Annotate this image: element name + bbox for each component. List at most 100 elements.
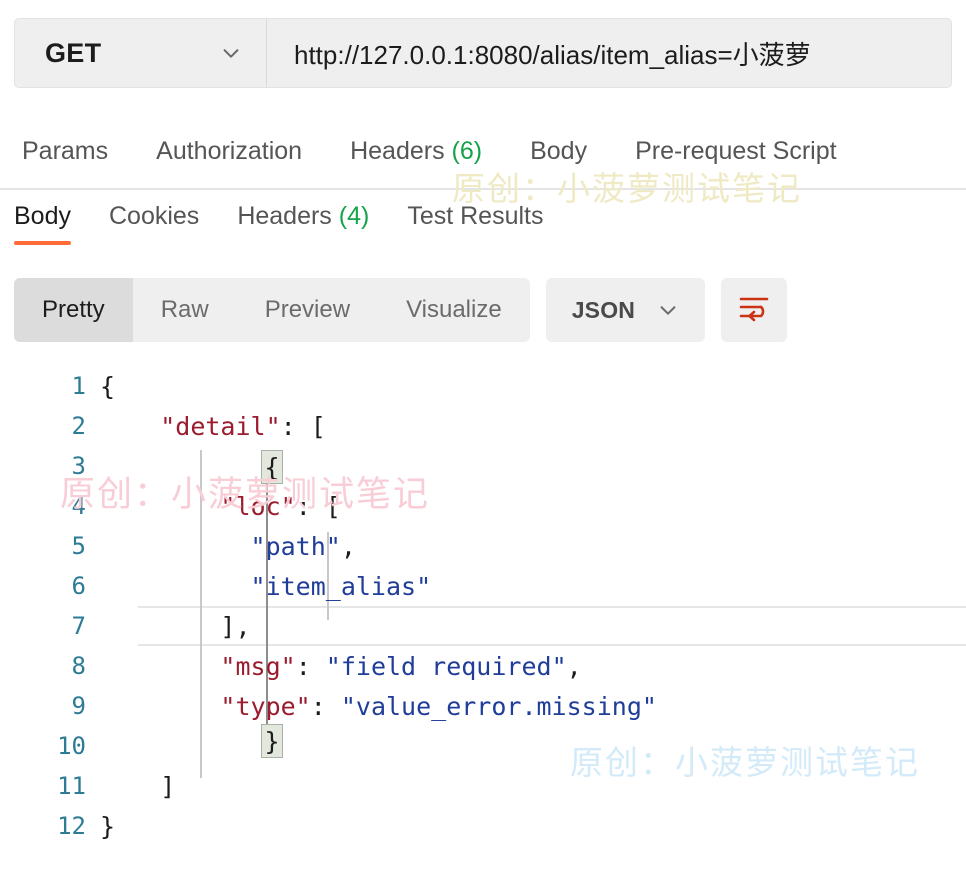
word-wrap-icon [737,293,771,328]
request-tab-headers-count: (6) [451,136,483,165]
response-body-code-viewer[interactable]: { } 1 { 2 "detail": [ 3 4 "loc": [ 5 "pa… [0,366,966,886]
request-tab-prerequest-script[interactable]: Pre-request Script [635,137,836,166]
line-number: 10 [57,732,86,760]
code-line: 11 ] [0,766,966,806]
response-tab-headers-count: (4) [338,202,370,230]
http-method-label: GET [45,37,102,68]
view-tab-visualize[interactable]: Visualize [378,278,530,342]
request-tab-body-label: Body [530,136,588,165]
code-line: 10 [0,726,966,766]
line-number: 7 [71,612,86,640]
response-tab-bar: Body Cookies Headers (4) Test Results [0,202,966,250]
code-token-string: "path" [250,531,341,561]
response-view-segmented-control: Pretty Raw Preview Visualize [14,278,530,342]
view-tab-visualize-label: Visualize [406,296,502,323]
code-line-content: "type": "value_error.missing" [100,692,657,721]
code-token: : [310,691,341,721]
line-number: 11 [57,772,86,800]
code-line-content: "item_alias" [100,571,432,601]
response-language-select[interactable]: JSON [545,278,706,342]
section-divider [0,188,966,190]
code-line: 12 } [0,806,966,846]
postman-response-pane: GET Params Authorization Headers (6) Bod… [0,0,966,886]
response-tab-cookies-label: Cookies [108,202,200,230]
word-wrap-button[interactable] [721,278,788,342]
line-number: 3 [71,452,86,480]
view-tab-pretty[interactable]: Pretty [14,278,133,342]
active-line-highlight [138,606,966,646]
code-line: 8 "msg": "field required", [0,646,966,686]
response-tab-headers-label: Headers [237,202,332,230]
request-tab-headers[interactable]: Headers (6) [350,137,482,166]
code-line: 2 "detail": [ [0,406,966,446]
request-tab-params[interactable]: Params [22,137,108,166]
code-token: { [100,371,116,401]
view-tab-pretty-label: Pretty [42,296,105,323]
request-tab-prerequest-script-label: Pre-request Script [635,136,837,165]
request-tab-authorization[interactable]: Authorization [156,137,302,166]
code-line-content: } [100,812,115,841]
line-number: 1 [71,372,86,400]
code-line-content: "loc": [ [100,491,341,521]
code-token: , [566,651,582,681]
code-token: : [295,651,326,681]
request-tab-bar: Params Authorization Headers (6) Body Pr… [0,126,966,176]
line-number: 5 [71,532,86,560]
code-token: : [ [295,491,341,521]
code-token: } [100,811,116,841]
code-token: ] [160,771,176,801]
line-number: 8 [71,652,86,680]
request-tab-headers-label: Headers [350,136,445,165]
response-tab-headers[interactable]: Headers (4) [237,202,369,245]
code-line-content: "detail": [ [100,412,326,441]
code-line: 4 "loc": [ [0,486,966,526]
code-token-key: "loc" [220,491,296,521]
request-tab-params-label: Params [22,136,109,165]
view-tab-preview[interactable]: Preview [237,278,378,342]
line-number: 2 [71,412,86,440]
response-tab-test-results[interactable]: Test Results [407,202,543,245]
request-url-input[interactable] [267,19,951,87]
response-language-label: JSON [571,296,636,323]
code-line-content: "msg": "field required", [100,651,582,681]
line-number: 12 [57,812,86,840]
view-tab-preview-label: Preview [264,296,351,323]
view-tab-raw[interactable]: Raw [133,278,237,342]
code-line: 6 "item_alias" [0,566,966,606]
code-line: 5 "path", [0,526,966,566]
response-tab-body-label: Body [14,202,71,230]
line-number: 6 [71,572,86,600]
code-line-content: ], [100,611,251,641]
line-number: 9 [71,692,86,720]
matching-brace-close: } [261,724,283,758]
code-line: 1 { [0,366,966,406]
code-token-string: "item_alias" [250,571,432,601]
code-token-key: "type" [220,691,311,721]
code-token-string: "field required" [325,651,567,681]
chevron-down-icon [657,299,679,321]
code-token-string: "value_error.missing" [340,691,657,721]
response-tab-test-results-label: Test Results [407,202,544,230]
code-token-key: "detail" [160,411,281,441]
code-token: , [340,531,356,561]
code-line-content: "path", [100,532,356,561]
line-number: 4 [71,492,86,520]
chevron-down-icon [220,42,242,64]
code-line: 3 [0,446,966,486]
code-token: ], [220,611,251,641]
request-url-bar: GET [14,18,952,88]
view-tab-raw-label: Raw [160,296,209,323]
code-line-content: { [100,372,115,401]
code-line: 9 "type": "value_error.missing" [0,686,966,726]
code-token: : [ [280,411,326,441]
response-tab-cookies[interactable]: Cookies [109,202,199,245]
matching-brace-open: { [261,450,283,484]
response-tab-body[interactable]: Body [14,202,71,245]
code-line-content: ] [100,772,175,801]
request-tab-authorization-label: Authorization [156,136,303,165]
code-line-active: 7 ], [0,606,966,646]
http-method-select[interactable]: GET [15,19,267,87]
request-tab-body[interactable]: Body [530,137,587,166]
response-format-toolbar: Pretty Raw Preview Visualize JSON [14,278,788,342]
code-token-key: "msg" [220,651,296,681]
